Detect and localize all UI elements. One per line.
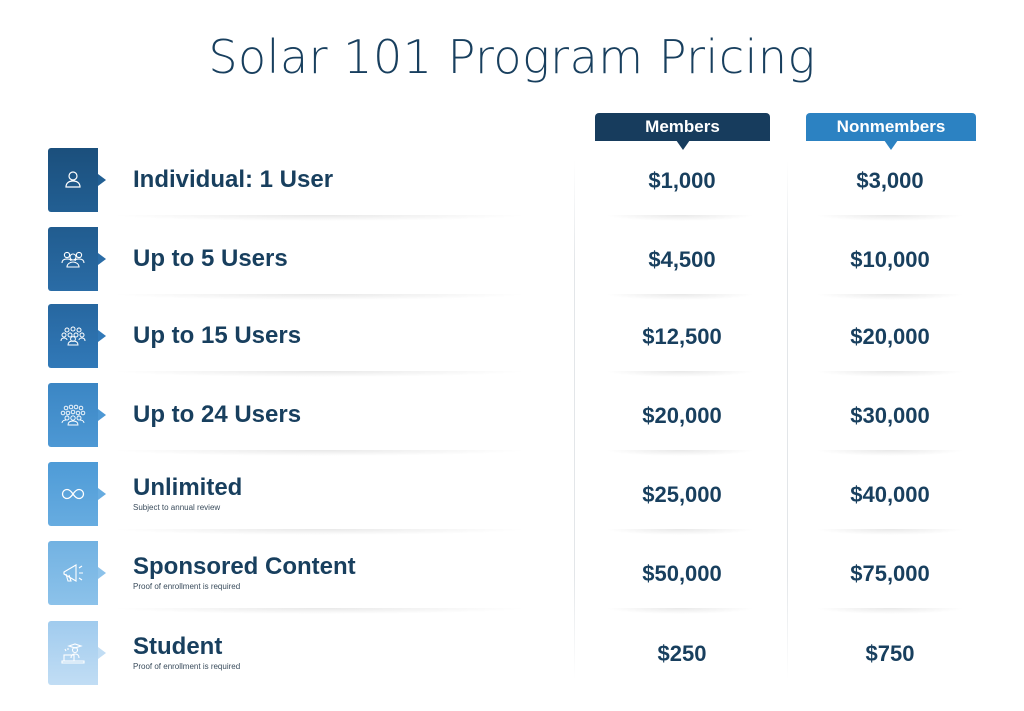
nonmembers-price: $30,000 <box>850 403 930 428</box>
row-separator <box>605 215 755 221</box>
row-separator <box>815 450 965 456</box>
nonmembers-price: $20,000 <box>850 324 930 349</box>
small-group-icon <box>61 251 85 268</box>
row-separator <box>605 608 755 614</box>
infinity-icon <box>61 488 85 500</box>
tier-note: Proof of enrollment is required <box>133 582 241 591</box>
single-user-icon <box>65 171 81 188</box>
tier-label: Up to 24 Users <box>133 401 302 428</box>
row-separator <box>110 529 530 535</box>
row-separator <box>605 294 755 300</box>
row-separator <box>110 215 530 221</box>
nonmembers-price: $10,000 <box>850 247 930 272</box>
pricing-row-24-users: Up to 24 Users $20,000 $30,000 <box>0 383 1024 456</box>
row-separator <box>110 608 530 614</box>
tier-label: Up to 15 Users <box>133 322 302 349</box>
members-column-header: Members <box>595 113 770 150</box>
pricing-row-sponsored-content: Sponsored Content Proof of enrollment is… <box>0 541 1024 614</box>
row-separator <box>815 608 965 614</box>
tier-note: Subject to annual review <box>133 503 221 512</box>
tier-label: Individual: 1 User <box>133 166 334 193</box>
nonmembers-price: $750 <box>865 641 915 666</box>
members-price: $20,000 <box>642 403 722 428</box>
pricing-row-individual: Individual: 1 User $1,000 $3,000 <box>0 148 1024 221</box>
tier-icon-box <box>48 148 106 212</box>
members-price: $12,500 <box>642 324 722 349</box>
pricing-row-15-users: Up to 15 Users $12,500 $20,000 <box>0 304 1024 377</box>
pricing-row-5-users: Up to 5 Users $4,500 $10,000 <box>0 227 1024 300</box>
row-separator <box>605 371 755 377</box>
row-separator <box>815 529 965 535</box>
pricing-row-student: Student Proof of enrollment is required … <box>0 621 1024 686</box>
tier-note: Proof of enrollment is required <box>133 662 241 671</box>
tier-label: Unlimited <box>133 474 243 501</box>
members-price: $50,000 <box>642 561 722 586</box>
tier-icon-box <box>48 304 106 368</box>
pricing-row-unlimited: Unlimited Subject to annual review $25,0… <box>0 462 1024 535</box>
row-separator <box>605 450 755 456</box>
tier-icon-box <box>48 227 106 291</box>
nonmembers-price: $75,000 <box>850 561 930 586</box>
nonmembers-price: $3,000 <box>856 168 924 193</box>
row-separator <box>110 294 530 300</box>
tier-icon-box <box>48 462 106 526</box>
row-separator <box>605 529 755 535</box>
members-price: $25,000 <box>642 482 722 507</box>
nonmembers-price: $40,000 <box>850 482 930 507</box>
tier-label: Student <box>133 633 223 660</box>
medium-group-icon <box>60 326 86 346</box>
tier-label: Up to 5 Users <box>133 245 288 272</box>
tier-icon-box <box>48 383 106 447</box>
tier-icon-box <box>48 541 106 605</box>
tier-icon-box <box>48 621 106 685</box>
members-price: $250 <box>657 641 707 666</box>
megaphone-icon <box>63 564 83 582</box>
row-separator <box>110 450 530 456</box>
members-price: $1,000 <box>648 168 716 193</box>
row-separator <box>815 215 965 221</box>
nonmembers-column-header: Nonmembers <box>806 113 976 150</box>
page-title: Solar 101 Program Pricing <box>208 30 816 84</box>
members-price: $4,500 <box>648 247 716 272</box>
student-icon <box>61 643 85 664</box>
tier-label: Sponsored Content <box>133 553 356 580</box>
row-separator <box>815 371 965 377</box>
row-separator <box>110 371 530 377</box>
large-group-icon <box>60 404 86 426</box>
row-separator <box>815 294 965 300</box>
